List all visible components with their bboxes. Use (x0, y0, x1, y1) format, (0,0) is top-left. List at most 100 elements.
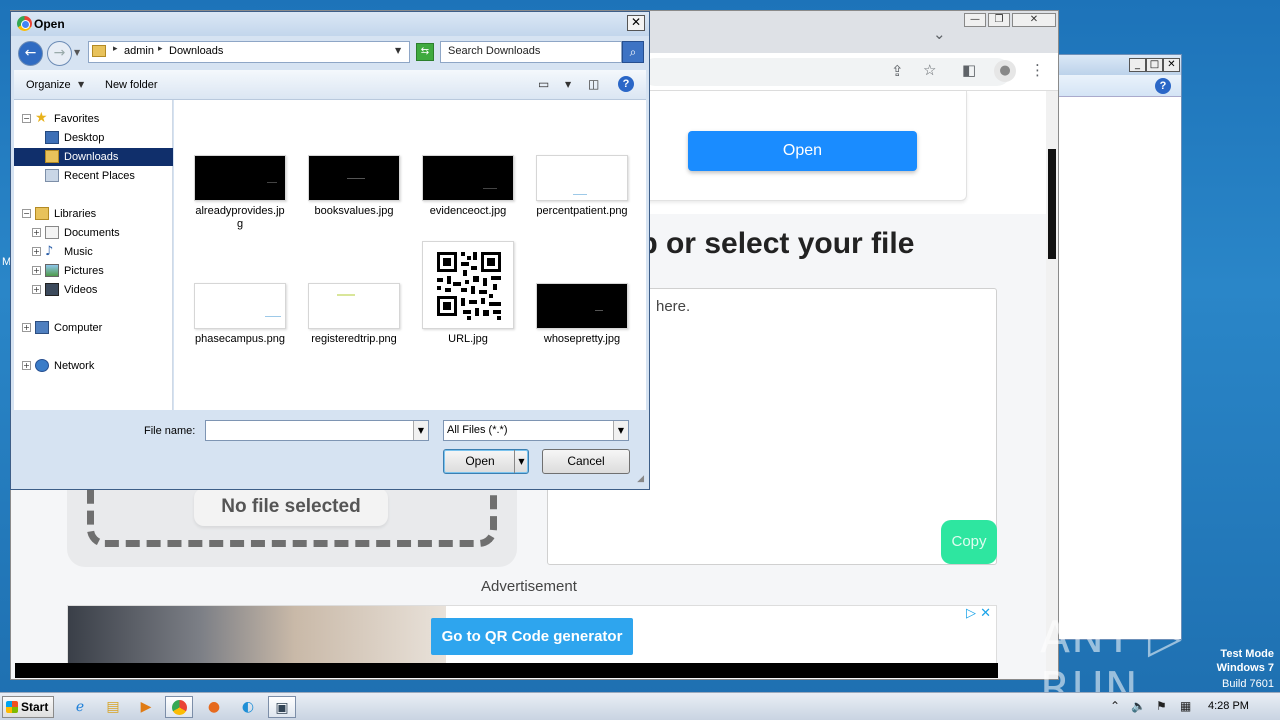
desktop-icon (45, 131, 59, 144)
search-icon[interactable]: ⌕ (622, 41, 644, 63)
chevron-down-icon[interactable]: ▼ (514, 450, 528, 473)
open-button[interactable]: Open ▼ (443, 449, 529, 474)
expand-icon[interactable]: + (22, 361, 31, 370)
chevron-down-icon[interactable]: ▼ (413, 421, 428, 440)
close-icon[interactable]: ✕ (1012, 13, 1056, 27)
media-player-icon[interactable]: ▶ (132, 696, 160, 718)
file-item[interactable]: URL.jpg (422, 241, 514, 346)
chevron-down-icon[interactable]: ▼ (613, 421, 628, 440)
firefox-icon[interactable]: ● (200, 696, 228, 718)
help-icon[interactable]: ? (1155, 78, 1171, 94)
chevron-right-icon[interactable]: ▸ (113, 44, 118, 54)
tree-item-music[interactable]: + ♪ Music (14, 243, 173, 261)
tree-item-videos[interactable]: + Videos (14, 281, 173, 299)
expand-icon[interactable]: + (32, 228, 41, 237)
start-label: Start (21, 700, 49, 714)
file-item[interactable]: percentpatient.png (536, 155, 628, 218)
new-folder-button[interactable]: New folder (105, 79, 158, 91)
chevron-down-icon[interactable]: ▼ (565, 80, 571, 89)
start-button[interactable]: Start (2, 696, 54, 718)
background-window[interactable]: _ □ ✕ ? (1052, 54, 1182, 640)
page-scrollbar[interactable] (1046, 91, 1058, 679)
file-thumbnail (194, 155, 286, 201)
expand-icon[interactable]: + (32, 266, 41, 275)
chevron-down-icon[interactable]: ▼ (78, 80, 84, 89)
copy-button[interactable]: Copy (941, 520, 997, 564)
minimize-icon[interactable]: — (964, 13, 986, 27)
expand-icon[interactable]: + (32, 285, 41, 294)
background-window-titlebar[interactable]: _ □ ✕ (1053, 55, 1181, 75)
side-panel-icon[interactable]: ◧ (962, 61, 976, 79)
ad-cta-button[interactable]: Go to QR Code generator (431, 618, 633, 655)
expand-icon[interactable]: + (22, 323, 31, 332)
scrollbar-thumb[interactable] (1048, 149, 1056, 259)
file-item[interactable]: booksvalues.jpg (308, 155, 400, 218)
flag-icon[interactable]: ⚑ (1156, 699, 1167, 713)
back-button[interactable]: ← (18, 41, 43, 66)
tree-item-libraries[interactable]: − Libraries (14, 205, 173, 223)
search-input[interactable]: Search Downloads (440, 41, 622, 63)
file-name-input[interactable]: ▼ (205, 420, 429, 441)
maximize-icon[interactable]: □ (1146, 58, 1163, 72)
organize-button[interactable]: Organize (26, 79, 71, 91)
address-bar[interactable] (641, 58, 1011, 86)
edge-icon[interactable]: ◐ (234, 696, 262, 718)
task-manager-icon[interactable]: ▣ (268, 696, 296, 718)
recent-pages-dropdown-icon[interactable]: ▼ (74, 48, 80, 57)
close-icon[interactable]: ✕ (627, 15, 645, 31)
qr-code-thumbnail (422, 241, 514, 329)
menu-icon[interactable]: ⋮ (1030, 61, 1045, 79)
minimize-icon[interactable]: _ (1129, 58, 1146, 72)
close-icon[interactable]: ✕ (1163, 58, 1180, 72)
file-item[interactable]: registeredtrip.png (308, 283, 400, 346)
tree-item-computer[interactable]: + Computer (14, 319, 173, 337)
tree-item-documents[interactable]: + Documents (14, 224, 173, 242)
address-bar[interactable]: ▸ admin ▸ Downloads ▼ (88, 41, 410, 63)
expand-icon[interactable]: + (32, 247, 41, 256)
navigation-pane[interactable]: − ★ Favorites Desktop Downloads Recent P… (14, 100, 173, 410)
network-icon[interactable]: ▦ (1180, 699, 1191, 713)
view-options-icon[interactable]: ▭ (538, 77, 549, 91)
tree-item-pictures[interactable]: + Pictures (14, 262, 173, 280)
file-item[interactable]: evidenceoct.jpg (422, 155, 514, 218)
maximize-icon[interactable]: ❐ (988, 13, 1010, 27)
tab-search-icon[interactable]: ⌄ (933, 25, 946, 43)
breadcrumb-admin[interactable]: admin (124, 45, 154, 57)
file-list[interactable]: alreadyprovides.jpg booksvalues.jpg evid… (174, 100, 646, 410)
forward-button[interactable]: → (47, 41, 72, 66)
ie-icon[interactable]: ℯ (66, 696, 94, 718)
preview-pane-icon[interactable]: ◫ (588, 77, 599, 91)
speaker-icon[interactable]: 🔈 (1131, 699, 1146, 713)
chevron-down-icon[interactable]: ▼ (395, 46, 401, 55)
collapse-icon[interactable]: − (22, 114, 31, 123)
chrome-icon[interactable] (165, 696, 193, 718)
help-icon[interactable]: ? (618, 76, 634, 92)
chevron-right-icon[interactable]: ▸ (158, 44, 163, 54)
profile-icon[interactable]: ● (994, 60, 1016, 82)
explorer-icon[interactable]: ▤ (99, 696, 127, 718)
dialog-titlebar[interactable]: Open ✕ (11, 12, 649, 36)
cancel-button[interactable]: Cancel (542, 449, 630, 474)
tree-item-desktop[interactable]: Desktop (14, 129, 173, 147)
file-item[interactable]: whosepretty.jpg (536, 283, 628, 346)
bookmark-star-icon[interactable]: ☆ (923, 61, 936, 79)
file-type-select[interactable]: All Files (*.*) ▼ (443, 420, 629, 441)
open-button[interactable]: Open (688, 131, 917, 171)
collapse-icon[interactable]: − (22, 209, 31, 218)
clock[interactable]: 4:28 PM (1208, 700, 1249, 712)
file-item[interactable]: alreadyprovides.jpg (194, 155, 286, 231)
tree-item-downloads[interactable]: Downloads (14, 148, 173, 166)
tree-item-favorites[interactable]: − ★ Favorites (14, 110, 173, 128)
show-hidden-icons-icon[interactable]: ⌃ (1110, 699, 1120, 713)
share-icon[interactable]: ⇪ (891, 62, 904, 80)
computer-icon (35, 321, 49, 334)
tree-item-recent-places[interactable]: Recent Places (14, 167, 173, 185)
music-icon: ♪ (45, 244, 54, 259)
tree-item-network[interactable]: + Network (14, 357, 173, 375)
ad-choices-icon[interactable]: ▷ ✕ (966, 606, 991, 621)
refresh-icon[interactable]: ⇆ (416, 43, 434, 61)
resize-grip-icon[interactable]: ◢ (637, 474, 644, 484)
file-item[interactable]: phasecampus.png (194, 283, 286, 346)
file-thumbnail (536, 155, 628, 201)
breadcrumb-downloads[interactable]: Downloads (169, 45, 223, 57)
